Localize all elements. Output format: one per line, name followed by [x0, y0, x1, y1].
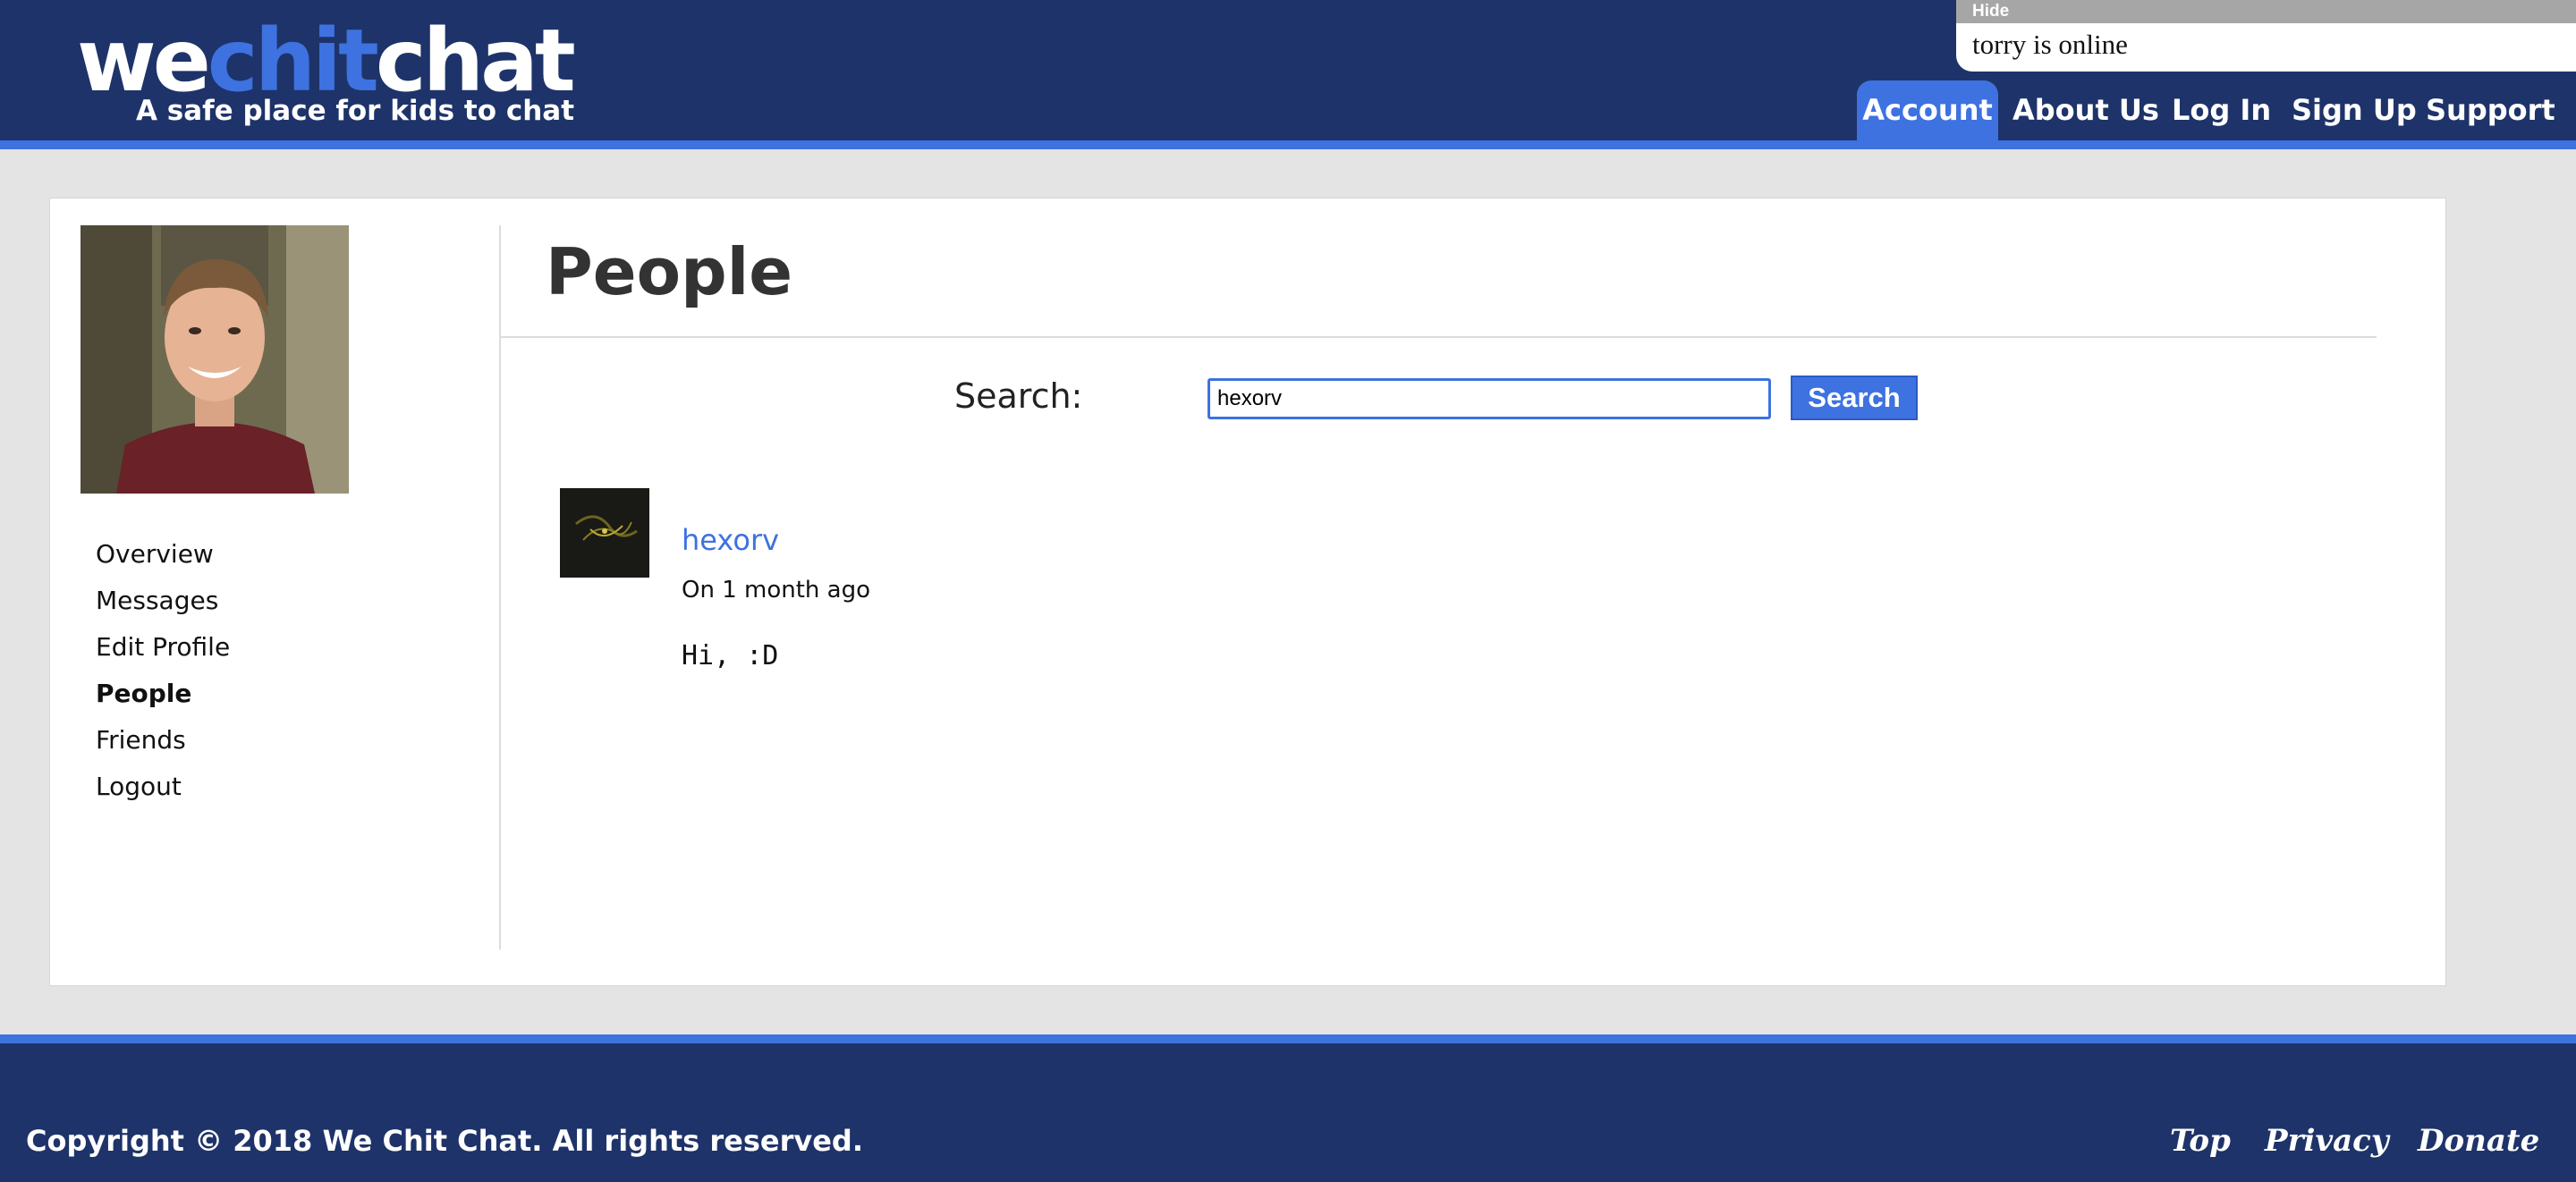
result-timestamp: On 1 month ago — [682, 577, 871, 604]
content-card — [49, 198, 2446, 986]
sidebar-item-edit-profile[interactable]: Edit Profile — [96, 624, 230, 671]
search-label: Search: — [954, 376, 1083, 416]
hide-online-panel-button[interactable]: Hide — [1956, 0, 2576, 23]
sidebar-item-logout[interactable]: Logout — [96, 764, 230, 810]
sidebar-item-messages[interactable]: Messages — [96, 578, 230, 624]
sidebar-item-people[interactable]: People — [96, 671, 230, 717]
result-avatar-image — [560, 488, 649, 578]
result-message: Hi, :D — [682, 640, 779, 671]
header-accent-stripe — [0, 140, 2576, 149]
footer-accent-stripe — [0, 1034, 2576, 1043]
nav-about-us[interactable]: About Us — [2012, 80, 2159, 140]
title-divider — [501, 336, 2377, 338]
site-footer — [0, 1043, 2576, 1182]
account-sidebar: Overview Messages Edit Profile People Fr… — [96, 531, 230, 810]
footer-copyright: Copyright © 2018 We Chit Chat. All right… — [26, 1124, 863, 1158]
sidebar-item-overview[interactable]: Overview — [96, 531, 230, 578]
site-tagline: A safe place for kids to chat — [136, 95, 575, 127]
column-divider — [499, 225, 501, 950]
nav-log-in[interactable]: Log In — [2172, 80, 2271, 140]
sidebar-item-friends[interactable]: Friends — [96, 717, 230, 764]
footer-link-top[interactable]: Top — [2170, 1121, 2231, 1161]
page-title: People — [546, 234, 793, 309]
footer-link-privacy[interactable]: Privacy — [2265, 1121, 2389, 1161]
search-input[interactable] — [1208, 378, 1771, 419]
result-avatar[interactable] — [560, 488, 649, 578]
nav-sign-up[interactable]: Sign Up — [2292, 80, 2417, 140]
nav-account[interactable]: Account — [1857, 80, 1998, 140]
result-username-link[interactable]: hexorv — [682, 522, 779, 558]
footer-link-donate[interactable]: Donate — [2418, 1121, 2539, 1161]
online-status-panel: Hide torry is online — [1956, 0, 2576, 72]
profile-avatar — [80, 225, 349, 494]
nav-support[interactable]: Support — [2426, 80, 2555, 140]
profile-photo-image — [80, 225, 349, 494]
search-button[interactable]: Search — [1791, 376, 1918, 420]
online-status-text: torry is online — [1972, 29, 2128, 60]
